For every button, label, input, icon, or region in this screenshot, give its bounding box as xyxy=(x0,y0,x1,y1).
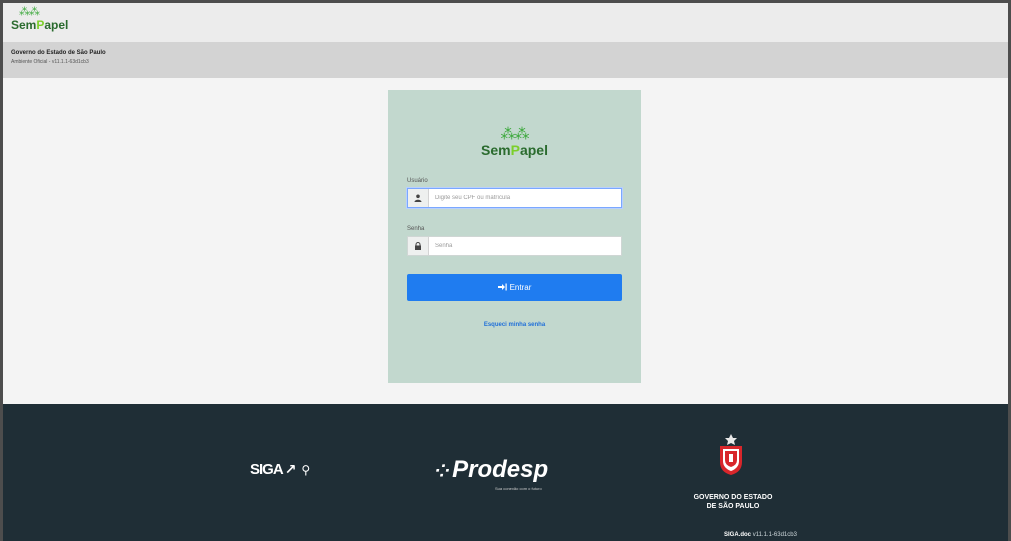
siga-text: SIGA xyxy=(250,461,284,478)
leaves-icon: ⁂⁂ xyxy=(19,6,40,18)
brand-rest: apel xyxy=(44,18,69,32)
government-bar: Governo do Estado de São Paulo Ambiente … xyxy=(3,42,1008,78)
sign-in-icon xyxy=(497,283,507,293)
username-input[interactable] xyxy=(429,189,617,207)
password-input[interactable] xyxy=(429,237,617,255)
gov-line-2: DE SÃO PAULO xyxy=(706,503,760,510)
login-card: ⁂⁂ SemPapel Usuário Senha xyxy=(388,90,641,383)
password-label: Senha xyxy=(407,226,425,232)
logo-rest: apel xyxy=(519,142,548,158)
password-field xyxy=(407,236,622,256)
environment-label: Ambiente Oficial - v11.1.1-63d1cb3 xyxy=(11,59,89,65)
app-window: ⁂⁂ SemPapel Governo do Estado de São Pau… xyxy=(3,3,1008,541)
prodesp-logo: ⁘Prodesp Sua conexão com o futuro xyxy=(435,456,548,491)
login-button[interactable]: Entrar xyxy=(407,274,622,301)
leaves-icon: ⁂⁂ xyxy=(500,126,530,143)
login-button-label: Entrar xyxy=(509,283,532,292)
state-crest-icon xyxy=(720,434,742,475)
prodesp-name: Prodesp xyxy=(452,456,549,483)
logo-p: P xyxy=(510,142,520,158)
version-label: SIGA.doc xyxy=(724,532,752,538)
arrow-icon: ↗ xyxy=(284,461,297,477)
government-title: Governo do Estado de São Paulo xyxy=(11,50,106,56)
lock-icon xyxy=(408,237,429,255)
brand-sem: Sem xyxy=(11,18,37,32)
version-info: SIGA.doc v11.1.1-63d1cb3 xyxy=(724,532,797,538)
logo-sem: Sem xyxy=(481,142,511,158)
user-icon xyxy=(408,189,429,207)
gov-line-1: GOVERNO DO ESTADO xyxy=(693,494,773,501)
state-government-logo-text: GOVERNO DO ESTADO DE SÃO PAULO xyxy=(663,493,803,511)
prodesp-tagline: Sua conexão com o futuro xyxy=(495,486,542,491)
sempapel-logo[interactable]: ⁂⁂ SemPapel xyxy=(11,6,68,32)
main-content: ⁂⁂ SemPapel Usuário Senha xyxy=(3,78,1008,404)
siga-logo: SIGA ↗ ⚲ xyxy=(250,461,310,478)
forgot-password-link[interactable]: Esqueci minha senha xyxy=(388,322,641,328)
footer: SIGA ↗ ⚲ ⁘Prodesp Sua conexão com o futuro… xyxy=(3,404,1008,541)
login-logo: ⁂⁂ SemPapel xyxy=(388,126,641,158)
username-field xyxy=(407,188,622,208)
dots-icon: ⁘ xyxy=(435,461,451,481)
version-value: v11.1.1-63d1cb3 xyxy=(752,532,797,538)
username-label: Usuário xyxy=(407,178,428,184)
figure-icon: ⚲ xyxy=(301,463,310,477)
top-bar: ⁂⁂ SemPapel xyxy=(3,3,1008,42)
